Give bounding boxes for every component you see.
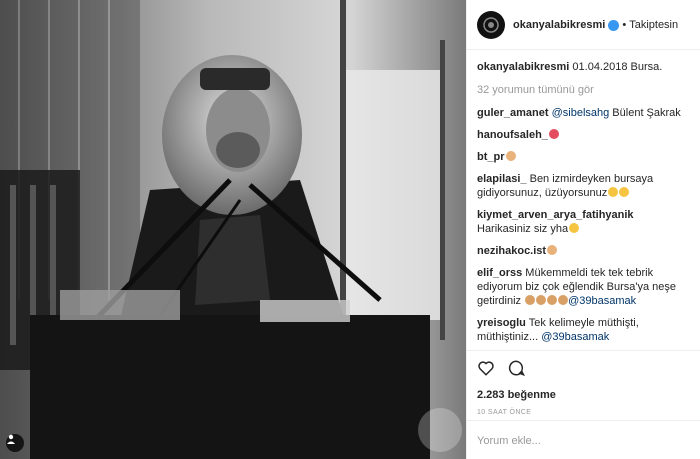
smile-emoji-icon bbox=[619, 187, 630, 197]
post-timestamp: 10 SAAT ÖNCE bbox=[477, 409, 532, 416]
fold-emoji-icon bbox=[536, 295, 547, 305]
caption: okanyalabikresmi 01.04.2018 Bursa. bbox=[477, 60, 690, 74]
user-tag-icon[interactable] bbox=[6, 434, 24, 452]
smile-emoji-icon bbox=[608, 187, 619, 197]
comment-username[interactable]: kiymet_arven_arya_fatihyanik bbox=[477, 209, 634, 221]
comment-item: yreisoglu Tek kelimeyle müthişti, müthiş… bbox=[477, 316, 690, 343]
user-tag-glyph bbox=[7, 434, 15, 444]
post-photo[interactable] bbox=[0, 0, 466, 459]
comment-mention[interactable]: @sibelsahg bbox=[552, 107, 610, 119]
smile-emoji-icon bbox=[569, 223, 580, 233]
comment-text: Harikasiniz siz yha bbox=[477, 223, 569, 235]
comment-username[interactable]: guler_amanet bbox=[477, 107, 549, 119]
hand-emoji-icon bbox=[505, 151, 516, 161]
comment-mention[interactable]: @39basamak bbox=[568, 295, 636, 307]
comment-item: guler_amanet @sibelsahg Bülent Şakrak bbox=[477, 106, 690, 120]
comment-icon[interactable] bbox=[507, 359, 525, 377]
post-header: okanyalabikresmi • Takiptesin bbox=[467, 0, 700, 50]
caption-text: 01.04.2018 Bursa. bbox=[572, 61, 663, 73]
post-actions: 2.283 beğenme 10 SAAT ÖNCE bbox=[467, 350, 700, 416]
comment-username[interactable]: bt_pr bbox=[477, 151, 505, 163]
verified-badge-icon bbox=[608, 20, 620, 31]
comment-username[interactable]: elapilasi_ bbox=[477, 173, 527, 185]
add-comment-bar bbox=[467, 420, 700, 459]
comment-username[interactable]: yreisoglu bbox=[477, 317, 526, 329]
comments-list[interactable]: okanyalabikresmi 01.04.2018 Bursa. 32 yo… bbox=[467, 60, 700, 343]
caption-username[interactable]: okanyalabikresmi bbox=[477, 61, 569, 73]
comment-items: guler_amanet @sibelsahg Bülent Şakrak han… bbox=[477, 106, 690, 343]
hand-emoji-icon bbox=[547, 245, 558, 255]
comment-mention[interactable]: @39basamak bbox=[541, 331, 609, 343]
photo-artwork bbox=[0, 0, 466, 459]
follow-button[interactable]: Takiptesin bbox=[629, 19, 678, 31]
post-side-panel: okanyalabikresmi • Takiptesin okanyalabi… bbox=[466, 0, 700, 459]
heart-icon[interactable] bbox=[477, 359, 495, 377]
action-row bbox=[477, 357, 690, 379]
comment-username[interactable]: nezihakoc.ist bbox=[477, 245, 546, 257]
comment-item: nezihakoc.ist bbox=[477, 244, 690, 258]
comment-item: kiymet_arven_arya_fatihyanik Harikasiniz… bbox=[477, 208, 690, 236]
likes-count[interactable]: 2.283 beğenme bbox=[477, 389, 690, 401]
comment-input[interactable] bbox=[477, 435, 677, 447]
instagram-post: okanyalabikresmi • Takiptesin okanyalabi… bbox=[0, 0, 700, 459]
fold-emoji-icon bbox=[547, 295, 558, 305]
fold-emoji-icon bbox=[558, 295, 569, 305]
view-all-comments-link[interactable]: 32 yorumun tümünü gör bbox=[477, 84, 690, 96]
heart-emoji-icon bbox=[548, 129, 559, 139]
comment-username[interactable]: hanoufsaleh_ bbox=[477, 129, 548, 141]
comment-item: elif_orss Mükemmeldi tek tek tebrik ediy… bbox=[477, 266, 690, 308]
header-username[interactable]: okanyalabikresmi bbox=[513, 19, 605, 31]
comment-item: hanoufsaleh_ bbox=[477, 128, 690, 142]
fold-emoji-icon bbox=[525, 295, 536, 305]
comment-username[interactable]: elif_orss bbox=[477, 267, 522, 279]
comment-item: bt_pr bbox=[477, 150, 690, 164]
dot-separator: • bbox=[622, 18, 627, 31]
comment-text: Bülent Şakrak bbox=[609, 107, 681, 119]
avatar-logo-icon bbox=[483, 16, 499, 33]
comment-item: elapilasi_ Ben izmirdeyken bursaya gidiy… bbox=[477, 172, 690, 200]
avatar[interactable] bbox=[477, 10, 505, 39]
